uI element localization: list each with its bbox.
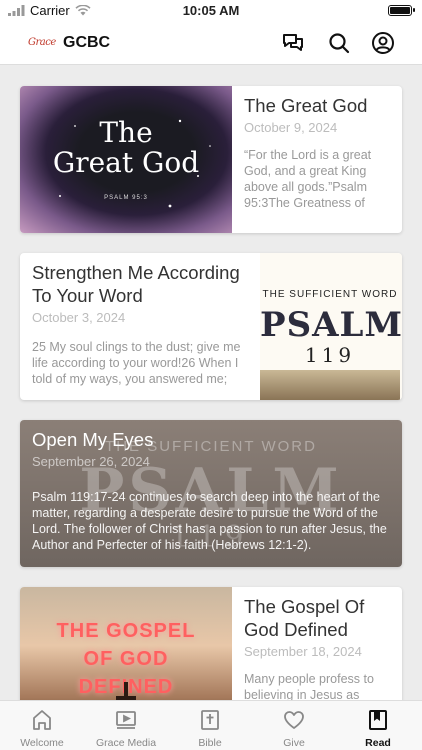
- tab-bible[interactable]: Bible: [168, 701, 252, 750]
- article-date: October 3, 2024: [32, 310, 126, 325]
- bible-image: [260, 370, 400, 400]
- articles-feed[interactable]: The Great God PSALM 95:3 The Great God O…: [0, 66, 422, 700]
- tab-label: Give: [283, 737, 305, 749]
- search-icon: [329, 33, 350, 54]
- thumbnail-line: THE GOSPEL: [56, 620, 196, 642]
- search-button[interactable]: [327, 31, 351, 55]
- video-icon: [116, 711, 136, 729]
- article-date: September 26, 2024: [32, 454, 150, 469]
- tab-label: Welcome: [20, 737, 64, 749]
- article-text: The Great God October 9, 2024 “For the L…: [232, 86, 402, 233]
- article-excerpt: 25 My soul clings to the dust; give me l…: [32, 340, 241, 386]
- article-date: October 9, 2024: [244, 120, 338, 135]
- heart-icon: [284, 711, 304, 729]
- article-thumbnail: THE SUFFICIENT WORD PSALM 119: [260, 253, 402, 400]
- thumbnail-title: The Great God: [20, 118, 232, 178]
- home-icon: [33, 710, 51, 730]
- article-thumbnail: The Great God PSALM 95:3: [20, 86, 232, 233]
- cross-icon: [116, 682, 136, 700]
- thumbnail-line: Great God: [52, 146, 200, 179]
- app-header: Grace GCBC: [0, 22, 422, 65]
- app-title: GCBC: [63, 34, 111, 51]
- article-card[interactable]: The Great God PSALM 95:3 The Great God O…: [20, 86, 402, 233]
- tab-label: Grace Media: [95, 737, 157, 749]
- thumbnail-line: The: [99, 116, 153, 149]
- article-card[interactable]: Strengthen Me According To Your Word Oct…: [20, 253, 402, 400]
- article-text: Open My Eyes September 26, 2024 Psalm 11…: [20, 420, 402, 567]
- tab-give[interactable]: Give: [252, 701, 336, 750]
- thumbnail-reference: PSALM 95:3: [104, 195, 148, 201]
- battery-icon: [388, 5, 415, 16]
- thumbnail-heading: THE SUFFICIENT WORD: [262, 289, 398, 300]
- article-excerpt: Psalm 119:17-24 continues to search deep…: [32, 490, 387, 552]
- tab-grace-media[interactable]: Grace Media: [84, 701, 168, 750]
- status-bar: Carrier 10:05 AM: [0, 0, 422, 22]
- article-card[interactable]: THE SUFFICIENT WORD PSALM 119 Open My Ey…: [20, 420, 402, 567]
- article-card[interactable]: THE GOSPEL OF GOD DEFINED The Gospel Of …: [20, 587, 402, 700]
- tab-welcome[interactable]: Welcome: [0, 701, 84, 750]
- article-date: September 18, 2024: [244, 644, 362, 659]
- messages-button[interactable]: [281, 31, 305, 55]
- thumbnail-line: OF GOD: [83, 648, 169, 670]
- tab-label: Read: [365, 737, 391, 749]
- chat-icon: [283, 34, 303, 51]
- article-text: The Gospel Of God Defined September 18, …: [232, 587, 402, 700]
- article-title: Strengthen Me According To Your Word: [32, 262, 240, 306]
- book-icon: [369, 710, 387, 730]
- thumbnail-title: PSALM: [260, 305, 402, 345]
- profile-button[interactable]: [371, 31, 395, 55]
- church-logo[interactable]: Grace: [28, 37, 56, 48]
- article-excerpt: “For the Lord is a great God, and a grea…: [244, 148, 372, 210]
- bible-icon: [201, 710, 219, 730]
- bottom-tab-bar: Welcome Grace Media Bible Give Read: [0, 700, 422, 750]
- status-time: 10:05 AM: [182, 3, 240, 18]
- thumbnail-number: 119: [304, 343, 356, 367]
- article-title: The Great God: [244, 95, 368, 116]
- article-text: Strengthen Me According To Your Word Oct…: [20, 253, 260, 400]
- account-icon: [372, 32, 394, 54]
- article-excerpt: Many people profess to believing in Jesu…: [244, 672, 374, 700]
- article-thumbnail: THE GOSPEL OF GOD DEFINED: [20, 587, 232, 700]
- article-title: The Gospel Of God Defined: [244, 596, 365, 640]
- article-title: Open My Eyes: [32, 429, 154, 450]
- tab-read[interactable]: Read: [336, 701, 420, 750]
- tab-label: Bible: [198, 737, 222, 749]
